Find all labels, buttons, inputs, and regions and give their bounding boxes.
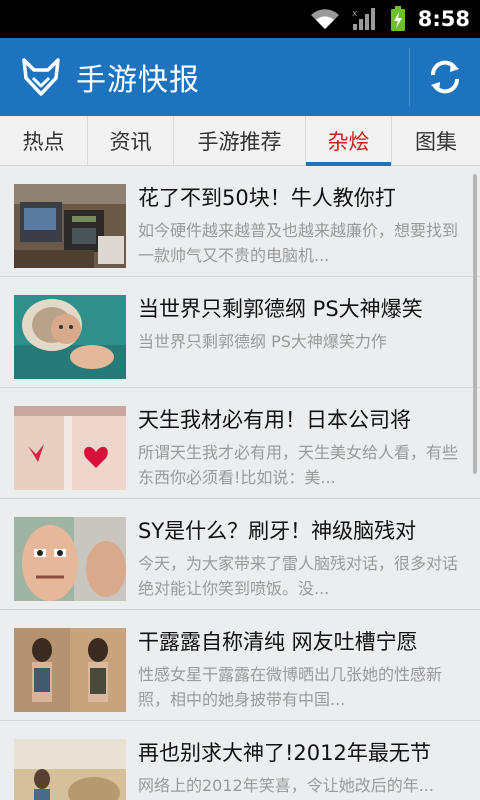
- status-bar: x 8:58: [0, 0, 480, 38]
- article-title: 天生我材必有用！日本公司将: [138, 408, 411, 432]
- tab-misc[interactable]: 杂烩: [306, 116, 392, 166]
- article-title: 再也别求大神了!2012年最无节: [138, 741, 431, 765]
- tab-gallery[interactable]: 图集: [392, 116, 480, 165]
- list-item[interactable]: 天生我材必有用！日本公司将 所谓天生我才必有用，天生美女给人看，有些东西你必须看…: [0, 388, 480, 499]
- signal-icon: x: [352, 7, 378, 31]
- tab-game-recommend[interactable]: 手游推荐: [174, 116, 306, 165]
- article-thumbnail: [14, 628, 126, 712]
- article-list[interactable]: 花了不到50块！牛人教你打 如今硬件越来越普及也越来越廉价，想要找到一款帅气又不…: [0, 166, 480, 800]
- article-title: 花了不到50块！牛人教你打: [138, 186, 396, 210]
- app-title: 手游快报: [76, 63, 200, 98]
- refresh-button[interactable]: [410, 38, 480, 116]
- article-title: 当世界只剩郭德纲 PS大神爆笑: [138, 297, 423, 321]
- status-time: 8:58: [417, 7, 470, 31]
- article-summary: 所谓天生我才必有用，天生美女给人看，有些东西你必须看!比如说：美...: [138, 443, 459, 487]
- article-summary: 当世界只剩郭德纲 PS大神爆笑力作: [138, 332, 387, 351]
- article-thumbnail: [14, 739, 126, 800]
- list-item[interactable]: 干露露自称清纯 网友吐槽宁愿 性感女星干露露在微博晒出几张她的性感新照，相中的她…: [0, 610, 480, 721]
- list-scrollbar[interactable]: [473, 174, 477, 474]
- tab-hot[interactable]: 热点: [0, 116, 88, 165]
- app-bar: 手游快报: [0, 38, 480, 116]
- list-item[interactable]: SY是什么？刷牙！神级脑残对 今天，为大家带来了雷人脑残对话，很多对话绝对能让你…: [0, 499, 480, 610]
- article-thumbnail: [14, 184, 126, 268]
- wifi-icon: [310, 8, 340, 30]
- list-item[interactable]: 花了不到50块！牛人教你打 如今硬件越来越普及也越来越廉价，想要找到一款帅气又不…: [0, 166, 480, 277]
- article-title: 干露露自称清纯 网友吐槽宁愿: [138, 630, 418, 654]
- article-summary: 性感女星干露露在微博晒出几张她的性感新照，相中的她身披带有中国...: [138, 665, 443, 709]
- article-summary: 网络上的2012年笑喜，令让她改后的年...: [138, 776, 434, 795]
- tab-news[interactable]: 资讯: [88, 116, 174, 165]
- battery-charging-icon: [390, 6, 406, 32]
- article-summary: 如今硬件越来越普及也越来越廉价，想要找到一款帅气又不贵的电脑机...: [138, 221, 459, 265]
- refresh-icon: [430, 60, 460, 94]
- svg-text:x: x: [352, 9, 358, 19]
- article-thumbnail: [14, 406, 126, 490]
- article-thumbnail: [14, 517, 126, 601]
- fox-logo-icon: [20, 56, 62, 98]
- list-item[interactable]: 再也别求大神了!2012年最无节 网络上的2012年笑喜，令让她改后的年...: [0, 721, 480, 800]
- list-item[interactable]: 当世界只剩郭德纲 PS大神爆笑 当世界只剩郭德纲 PS大神爆笑力作: [0, 277, 480, 388]
- article-title: SY是什么？刷牙！神级脑残对: [138, 519, 417, 543]
- category-tabs: 热点 资讯 手游推荐 杂烩 图集: [0, 116, 480, 166]
- article-thumbnail: [14, 295, 126, 379]
- article-summary: 今天，为大家带来了雷人脑残对话，很多对话绝对能让你笑到喷饭。没...: [138, 554, 459, 598]
